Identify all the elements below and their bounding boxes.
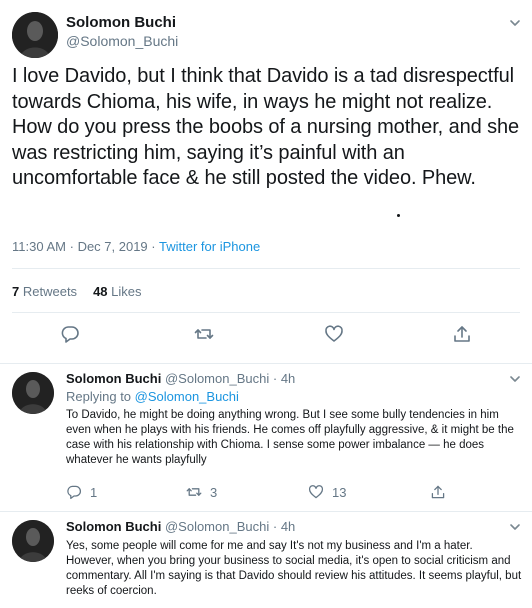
reply-header: Solomon Buchi @Solomon_Buchi · 4h [66, 371, 295, 386]
reply-text: Yes, some people will come for me and sa… [66, 540, 522, 597]
retweets-stat[interactable]: 7 Retweets [12, 284, 77, 299]
meta-separator: · [272, 519, 278, 534]
author-name[interactable]: Solomon Buchi [66, 14, 176, 31]
like-icon [308, 485, 324, 499]
divider [12, 268, 520, 269]
reply-text: To Davido, he might be doing anything wr… [66, 409, 514, 466]
reply-header: Solomon Buchi @Solomon_Buchi · 4h [66, 519, 295, 534]
chevron-down-icon[interactable] [508, 520, 522, 534]
author-handle[interactable]: @Solomon_Buchi [66, 33, 178, 49]
meta-separator: · [272, 371, 278, 386]
reply-count: 1 [90, 484, 98, 500]
meta-separator: · [151, 239, 156, 254]
retweet-icon[interactable] [194, 324, 214, 344]
retweet-icon [186, 488, 202, 496]
reply-author-name[interactable]: Solomon Buchi [66, 371, 161, 386]
replying-to: Replying to @Solomon_Buchi [66, 389, 239, 404]
stray-dot [397, 214, 400, 217]
tweet-text: I love Davido, but I think that Davido i… [12, 65, 520, 189]
tweet-time[interactable]: 11:30 AM [12, 239, 66, 254]
retweets-label: Retweets [22, 284, 78, 299]
share-icon[interactable] [452, 324, 472, 344]
reply-author-handle[interactable]: @Solomon_Buchi [165, 371, 269, 386]
tweet-meta: 11:30 AM · Dec 7, 2019 · Twitter for iPh… [12, 239, 260, 254]
reply-tweet[interactable]: Solomon Buchi @Solomon_Buchi · 4h Yes, s… [0, 512, 532, 608]
reply-icon [67, 485, 81, 500]
chevron-down-icon[interactable] [508, 16, 522, 30]
share-icon [431, 485, 445, 499]
likes-count: 48 [93, 284, 108, 299]
like-icon[interactable] [324, 324, 344, 344]
reply-icon[interactable] [60, 324, 80, 344]
reply-button[interactable]: 1 [66, 483, 97, 501]
tweet-stats: 7 Retweets 48 Likes [12, 284, 142, 299]
retweet-count: 3 [210, 484, 218, 500]
reply-author-handle[interactable]: @Solomon_Buchi [165, 519, 269, 534]
retweets-count: 7 [12, 284, 20, 299]
reply-actions: 1 3 13 [66, 483, 486, 501]
replying-prefix: Replying to [66, 389, 132, 404]
likes-stat[interactable]: 48 Likes [93, 284, 141, 299]
divider [12, 312, 520, 313]
avatar[interactable] [12, 12, 58, 58]
reply-time[interactable]: 4h [281, 371, 295, 386]
like-button[interactable]: 13 [308, 483, 346, 501]
tweet-date[interactable]: Dec 7, 2019 [78, 239, 148, 254]
main-tweet: Solomon Buchi @Solomon_Buchi I love Davi… [0, 0, 532, 364]
like-count: 13 [332, 484, 347, 500]
replying-to-link[interactable]: @Solomon_Buchi [135, 389, 239, 404]
reply-tweet[interactable]: Solomon Buchi @Solomon_Buchi · 4h Replyi… [0, 364, 532, 512]
avatar[interactable] [12, 372, 54, 414]
tweet-source[interactable]: Twitter for iPhone [159, 239, 260, 254]
chevron-down-icon[interactable] [508, 372, 522, 386]
meta-separator: · [69, 239, 74, 254]
reply-author-name[interactable]: Solomon Buchi [66, 519, 161, 534]
share-button[interactable] [430, 483, 446, 501]
reply-time[interactable]: 4h [281, 519, 295, 534]
likes-label: Likes [111, 284, 142, 299]
avatar[interactable] [12, 520, 54, 562]
retweet-button[interactable]: 3 [186, 483, 217, 501]
